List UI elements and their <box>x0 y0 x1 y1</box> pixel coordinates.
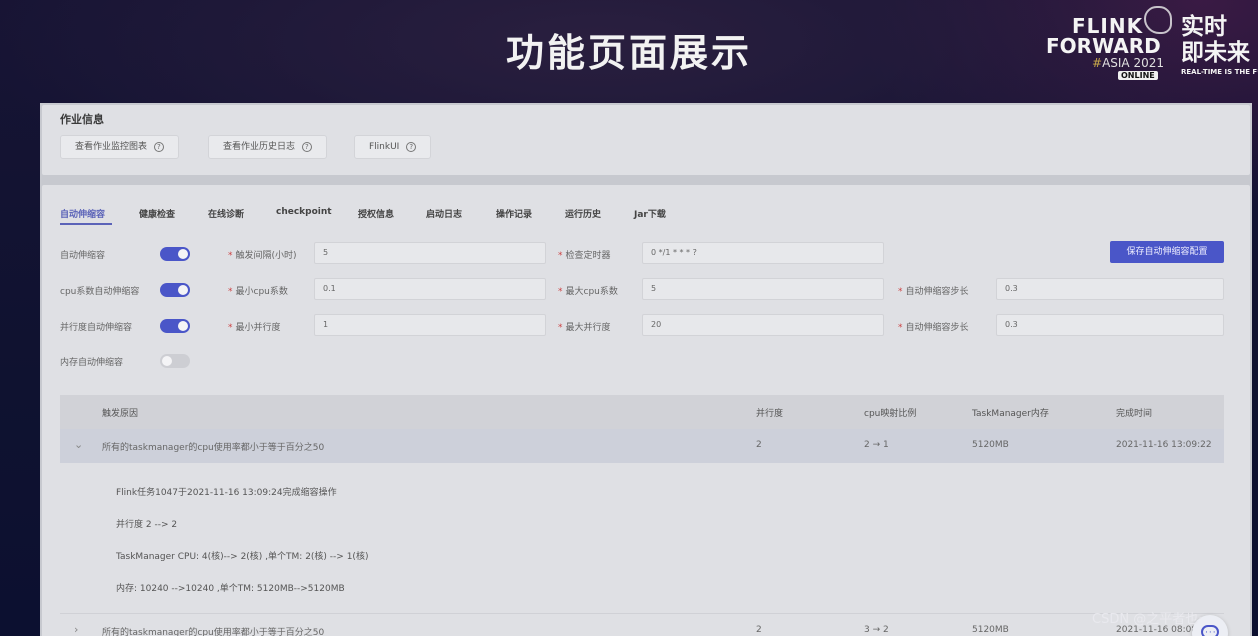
max-parallel-label: * 最大并行度 <box>558 323 611 333</box>
cpu-autoscale-toggle-label: cpu系数自动伸缩容 <box>60 287 140 297</box>
app-screenshot: 作业信息 查看作业监控图表 ? 查看作业历史日志 ? FlinkUI ? 自动伸… <box>40 103 1252 636</box>
table-row[interactable]: ⌄ 所有的taskmanager的cpu使用率都小于等于百分之50 2 2 → … <box>60 429 1224 463</box>
flink-ui-label: FlinkUI <box>369 142 400 152</box>
check-timer-input[interactable]: 0 */1 * * * ? <box>642 242 884 264</box>
view-history-log-button[interactable]: 查看作业历史日志 ? <box>208 135 327 159</box>
check-timer-label: * 检查定时器 <box>558 251 611 261</box>
tab-online-diagnosis[interactable]: 在线诊断 <box>208 207 244 220</box>
autoscale-card: 自动伸缩容 健康检查 在线诊断 checkpoint 授权信息 启动日志 操作记… <box>42 185 1250 636</box>
view-history-log-label: 查看作业历史日志 <box>223 142 296 152</box>
logo-event: #ASIA 2021 <box>1092 56 1164 70</box>
question-circle-icon: ? <box>406 141 417 152</box>
slogan: 实时 即未来 REAL-TIME IS THE FUTURE <box>1181 14 1258 76</box>
parallel-step-label: * 自动伸缩容步长 <box>898 323 969 333</box>
row-tm-memory: 5120MB <box>972 625 1009 635</box>
tab-run-history[interactable]: 运行历史 <box>565 207 601 220</box>
csdn-watermark: CSDN @之平者也· <box>1092 612 1203 627</box>
table-row[interactable]: › 所有的taskmanager的cpu使用率都小于等于百分之50 2 3 → … <box>60 613 1224 636</box>
tab-operation-record[interactable]: 操作记录 <box>496 207 532 220</box>
row-reason: 所有的taskmanager的cpu使用率都小于等于百分之50 <box>102 443 325 453</box>
tab-jar-download[interactable]: Jar下载 <box>634 207 666 220</box>
detail-line: TaskManager CPU: 4(核)--> 2(核) ,单个TM: 2(核… <box>116 552 369 562</box>
column-header: 触发原因 <box>102 409 139 419</box>
logo-badge: ONLINE <box>1118 71 1158 80</box>
cpu-autoscale-toggle[interactable] <box>160 283 190 297</box>
row-reason: 所有的taskmanager的cpu使用率都小于等于百分之50 <box>102 628 325 636</box>
autoscale-toggle[interactable] <box>160 247 190 261</box>
column-header: cpu映射比例 <box>864 409 917 419</box>
row-parallelism: 2 <box>756 440 762 450</box>
tab-startup-log[interactable]: 启动日志 <box>426 207 462 220</box>
memory-autoscale-toggle-label: 内存自动伸缩容 <box>60 358 124 368</box>
slogan-cn-line2: 即未来 <box>1181 40 1250 66</box>
slogan-en: REAL-TIME IS THE FUTURE <box>1181 68 1258 76</box>
min-parallel-input[interactable]: 1 <box>314 314 546 336</box>
tab-autoscale[interactable]: 自动伸缩容 <box>60 207 105 220</box>
view-monitor-chart-button[interactable]: 查看作业监控图表 ? <box>60 135 179 159</box>
expand-row-icon[interactable]: › <box>74 623 78 636</box>
cpu-step-input[interactable]: 0.3 <box>996 278 1224 300</box>
autoscale-toggle-label: 自动伸缩容 <box>60 251 106 261</box>
tab-checkpoint[interactable]: checkpoint <box>276 207 332 217</box>
max-parallel-input[interactable]: 20 <box>642 314 884 336</box>
flink-ui-button[interactable]: FlinkUI ? <box>354 135 432 159</box>
question-circle-icon: ? <box>301 141 312 152</box>
job-info-card: 作业信息 查看作业监控图表 ? 查看作业历史日志 ? FlinkUI ? <box>42 105 1250 175</box>
column-header: 完成时间 <box>1116 409 1153 419</box>
flink-forward-logo: FLINK FORWARD #ASIA 2021 ONLINE <box>1046 6 1172 83</box>
min-cpu-input[interactable]: 0.1 <box>314 278 546 300</box>
view-monitor-chart-label: 查看作业监控图表 <box>75 142 148 152</box>
parallel-step-input[interactable]: 0.3 <box>996 314 1224 336</box>
active-tab-indicator <box>60 223 112 225</box>
parallel-autoscale-toggle[interactable] <box>160 319 190 333</box>
row-cpu-ratio: 2 → 1 <box>864 440 889 450</box>
cpu-step-label: * 自动伸缩容步长 <box>898 287 969 297</box>
row-finished-time: 2021-11-16 13:09:22 <box>1116 440 1212 450</box>
slogan-cn-line1: 实时 <box>1181 14 1227 40</box>
detail-line: 并行度 2 --> 2 <box>116 520 178 530</box>
detail-line: Flink任务1047于2021-11-16 13:09:24完成缩容操作 <box>116 488 337 498</box>
logo-line2: FORWARD <box>1046 34 1161 58</box>
detail-line: 内存: 10240 -->10240 ,单个TM: 5120MB-->5120M… <box>116 584 345 594</box>
tab-health-check[interactable]: 健康检查 <box>139 207 175 220</box>
table-header: 触发原因 并行度 cpu映射比例 TaskManager内存 完成时间 <box>60 395 1224 429</box>
max-cpu-input[interactable]: 5 <box>642 278 884 300</box>
squirrel-icon <box>1144 6 1172 34</box>
chat-dots-icon: ··· <box>1205 628 1217 636</box>
min-cpu-label: * 最小cpu系数 <box>228 287 288 297</box>
question-circle-icon: ? <box>153 141 164 152</box>
memory-autoscale-toggle[interactable] <box>160 354 190 368</box>
row-parallelism: 2 <box>756 625 762 635</box>
job-info-title: 作业信息 <box>60 113 104 126</box>
min-parallel-label: * 最小并行度 <box>228 323 281 333</box>
collapse-row-icon[interactable]: ⌄ <box>74 438 83 451</box>
column-header: 并行度 <box>756 409 784 419</box>
trigger-interval-label: * 触发间隔(小时) <box>228 251 297 261</box>
parallel-autoscale-toggle-label: 并行度自动伸缩容 <box>60 323 133 333</box>
column-header: TaskManager内存 <box>972 409 1049 419</box>
save-autoscale-config-button[interactable]: 保存自动伸缩容配置 <box>1110 241 1224 263</box>
row-tm-memory: 5120MB <box>972 440 1009 450</box>
trigger-interval-input[interactable]: 5 <box>314 242 546 264</box>
max-cpu-label: * 最大cpu系数 <box>558 287 618 297</box>
row-cpu-ratio: 3 → 2 <box>864 625 889 635</box>
tab-authorization[interactable]: 授权信息 <box>358 207 394 220</box>
